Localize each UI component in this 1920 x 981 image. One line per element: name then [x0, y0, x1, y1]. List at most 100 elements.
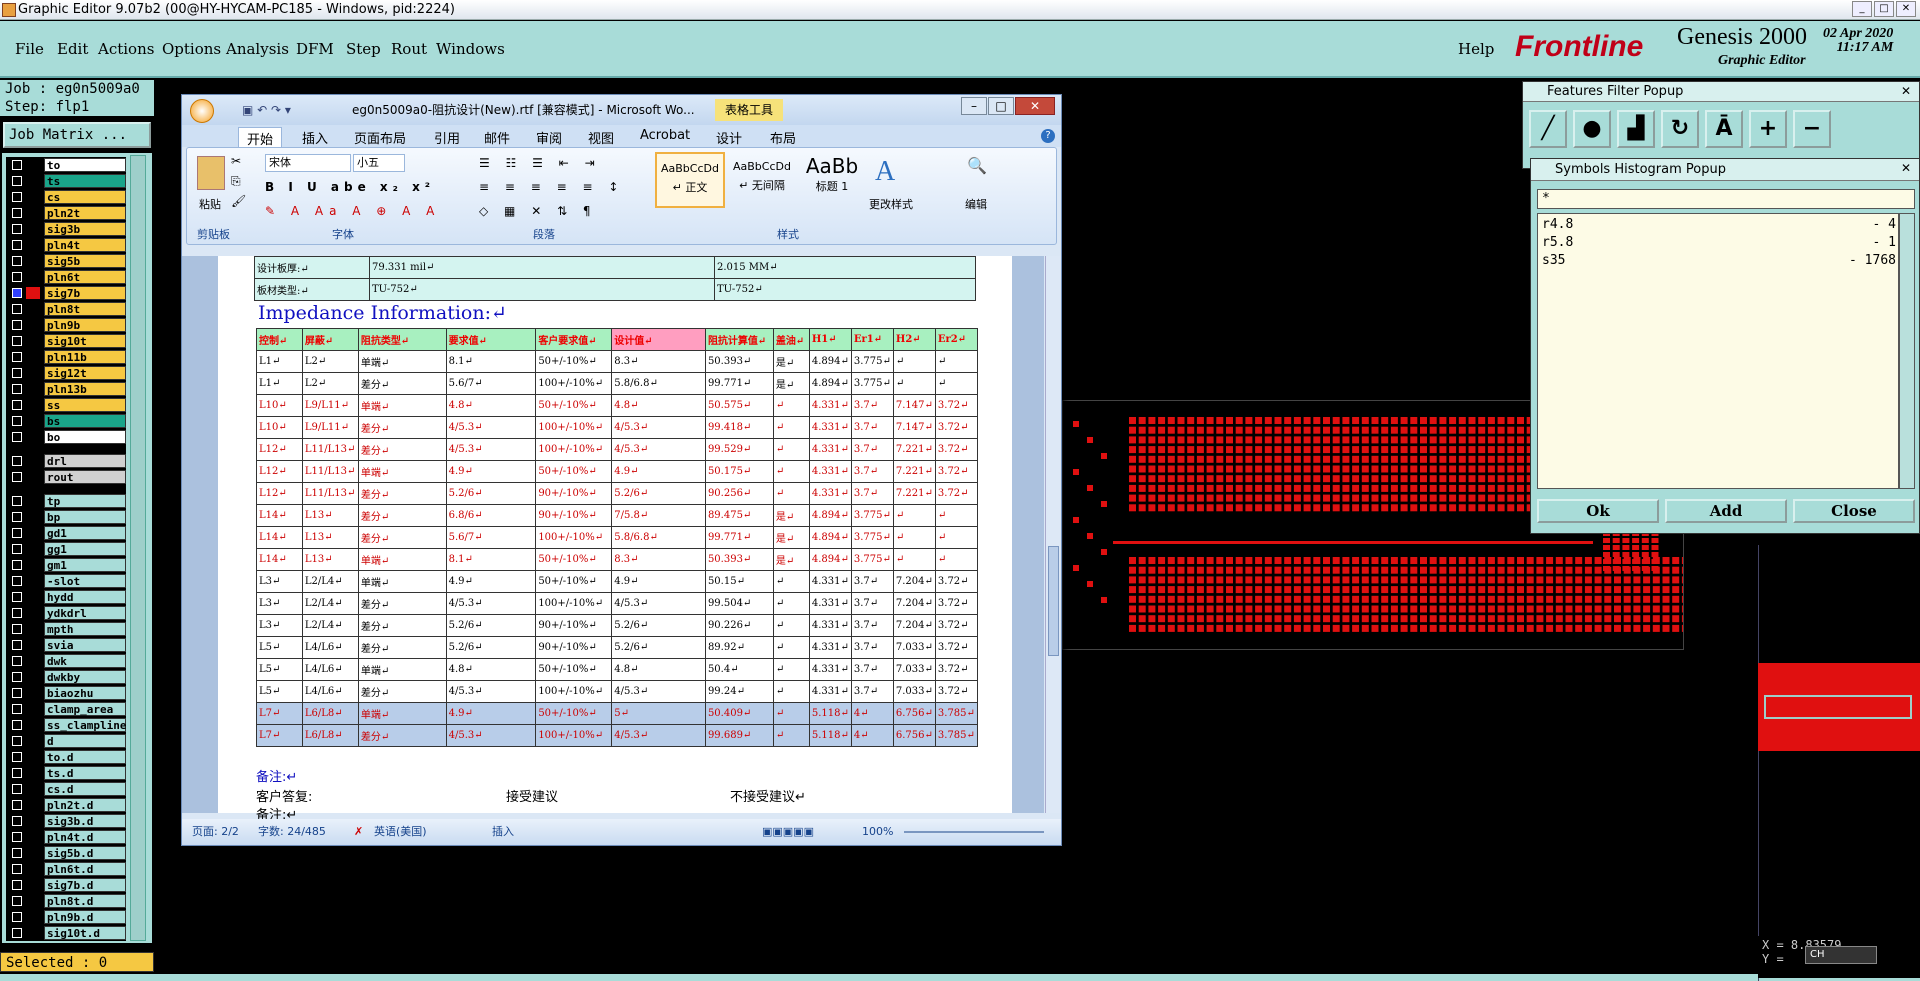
- table-row[interactable]: L1↵ L2↵ 差分↵ 5.6/7↵ 100+/-10%↵ 5.8/6.8↵ 99.771↵…: [256, 372, 979, 395]
- layer-checkbox[interactable]: [12, 368, 22, 378]
- table-cell[interactable]: 4/5.3↵: [611, 438, 706, 461]
- table-cell[interactable]: 5.2/6↵: [611, 482, 706, 505]
- table-cell[interactable]: L11/L13↵: [301, 438, 359, 461]
- table-cell[interactable]: 7.033↵: [892, 658, 936, 681]
- table-cell[interactable]: ↵: [772, 614, 810, 637]
- layer-name[interactable]: pln4t.d: [44, 830, 126, 844]
- layer-row[interactable]: gg1: [6, 541, 126, 557]
- table-cell[interactable]: L5↵: [256, 680, 303, 703]
- table-cell[interactable]: 4.894↵: [808, 372, 852, 395]
- layer-name[interactable]: sig5b.d: [44, 846, 126, 860]
- table-cell[interactable]: L3↵: [256, 614, 303, 637]
- table-cell[interactable]: ↵: [772, 460, 810, 483]
- layer-row[interactable]: svia: [6, 637, 126, 653]
- layer-row[interactable]: pln9b.d: [6, 909, 126, 925]
- layer-row[interactable]: sig5b: [6, 253, 126, 269]
- symbol-row[interactable]: s35 - 1768: [1542, 252, 1896, 270]
- layer-name[interactable]: bs: [44, 414, 126, 428]
- table-cell[interactable]: 3.7↵: [850, 482, 894, 505]
- layer-name[interactable]: mpth: [44, 622, 126, 636]
- layer-name[interactable]: ss_clampline: [44, 718, 126, 732]
- layer-row[interactable]: pln6t.d: [6, 861, 126, 877]
- table-cell[interactable]: L5↵: [256, 658, 303, 681]
- table-cell[interactable]: 99.771↵: [704, 372, 774, 395]
- table-cell[interactable]: 7.147↵: [892, 416, 936, 439]
- table-cell[interactable]: 4↵: [850, 702, 894, 725]
- layer-checkbox[interactable]: [12, 400, 22, 410]
- table-cell[interactable]: 50.409↵: [704, 702, 774, 725]
- word-scroll-thumb[interactable]: [1048, 546, 1059, 656]
- layer-checkbox[interactable]: [12, 896, 22, 906]
- tab-mailings[interactable]: 邮件: [476, 127, 518, 148]
- input-method-indicator[interactable]: CH: [1805, 946, 1877, 964]
- layer-name[interactable]: to: [44, 158, 126, 172]
- table-cell[interactable]: 5.8/6.8↵: [611, 372, 706, 395]
- table-cell[interactable]: 4.331↵: [808, 636, 852, 659]
- table-cell[interactable]: 4/5.3↵: [445, 438, 537, 461]
- table-row[interactable]: L14↵ L13↵ 单端↵ 8.1↵ 50+/-10%↵ 8.3↵ 50.393↵ 是↵ 4.8…: [256, 548, 979, 571]
- table-cell[interactable]: 90.256↵: [704, 482, 774, 505]
- table-cell[interactable]: 差分↵: [357, 526, 447, 549]
- table-cell[interactable]: ↵: [772, 592, 810, 615]
- symbol-row[interactable]: r5.8 - 1: [1542, 234, 1896, 252]
- layer-row[interactable]: pln9b: [6, 317, 126, 333]
- table-cell[interactable]: L1↵: [256, 350, 303, 373]
- menu-dfm[interactable]: DFM: [296, 40, 334, 58]
- menu-analysis[interactable]: Analysis: [226, 40, 289, 58]
- layer-row[interactable]: sig7b.d: [6, 877, 126, 893]
- layer-name[interactable]: ss: [44, 398, 126, 412]
- table-row[interactable]: L12↵ L11/L13↵ 差分↵ 5.2/6↵ 90+/-10%↵ 5.2/6↵ 90.2…: [256, 482, 979, 505]
- table-cell[interactable]: 5↵: [611, 702, 706, 725]
- table-cell[interactable]: L3↵: [256, 570, 303, 593]
- table-cell[interactable]: 4.331↵: [808, 570, 852, 593]
- table-cell[interactable]: 50.575↵: [704, 394, 774, 417]
- layer-checkbox[interactable]: [12, 880, 22, 890]
- table-cell[interactable]: 3.785↵: [934, 702, 979, 725]
- menu-options[interactable]: Options: [162, 40, 221, 58]
- table-cell[interactable]: 是↵: [772, 350, 810, 373]
- table-cell[interactable]: ↵: [934, 526, 979, 549]
- table-cell[interactable]: 99.418↵: [704, 416, 774, 439]
- table-cell[interactable]: 4.9↵: [611, 460, 706, 483]
- table-cell[interactable]: L12↵: [256, 460, 303, 483]
- table-cell[interactable]: L2/L4↵: [301, 592, 359, 615]
- layer-row[interactable]: pln13b: [6, 381, 126, 397]
- layer-row[interactable]: pln8t: [6, 301, 126, 317]
- layer-row[interactable]: d: [6, 733, 126, 749]
- table-cell[interactable]: 4.8↵: [611, 658, 706, 681]
- table-cell[interactable]: 单端↵: [357, 460, 447, 483]
- table-cell[interactable]: 3.72↵: [934, 394, 979, 417]
- table-cell[interactable]: 4.331↵: [808, 614, 852, 637]
- table-cell[interactable]: 4/5.3↵: [445, 416, 537, 439]
- table-cell[interactable]: 4.331↵: [808, 658, 852, 681]
- table-cell[interactable]: L10↵: [256, 394, 303, 417]
- style-normal[interactable]: AaBbCcDd ↵ 正文: [655, 152, 725, 208]
- table-cell[interactable]: 90+/-10%↵: [535, 504, 613, 527]
- table-cell[interactable]: ↵: [772, 570, 810, 593]
- word-close-button[interactable]: ✕: [1015, 97, 1055, 115]
- table-cell[interactable]: 差分↵: [357, 724, 447, 747]
- status-language[interactable]: 英语(美国): [374, 819, 427, 845]
- layer-row[interactable]: drl: [6, 453, 126, 469]
- menu-actions[interactable]: Actions: [98, 40, 154, 58]
- layer-row[interactable]: sig3b: [6, 221, 126, 237]
- maximize-button[interactable]: □: [1874, 1, 1894, 17]
- table-cell[interactable]: 89.92↵: [704, 636, 774, 659]
- table-cell[interactable]: 3.7↵: [850, 680, 894, 703]
- zoom-level[interactable]: 100%: [862, 819, 893, 845]
- layer-checkbox[interactable]: [12, 656, 22, 666]
- table-cell[interactable]: ↵: [772, 680, 810, 703]
- table-cell[interactable]: 6.756↵: [892, 724, 936, 747]
- table-cell[interactable]: 50.175↵: [704, 460, 774, 483]
- layer-checkbox[interactable]: [12, 336, 22, 346]
- layer-row[interactable]: sig10t.d: [6, 925, 126, 941]
- table-cell[interactable]: 50.15↵: [704, 570, 774, 593]
- minimize-button[interactable]: _: [1852, 1, 1872, 17]
- layer-name[interactable]: pln4t: [44, 238, 126, 252]
- table-row[interactable]: L5↵ L4/L6↵ 差分↵ 5.2/6↵ 90+/-10%↵ 5.2/6↵ 89.92↵ ↵…: [256, 636, 979, 659]
- status-page[interactable]: 页面: 2/2: [192, 819, 239, 845]
- layer-name[interactable]: sig10t.d: [44, 926, 126, 940]
- table-cell[interactable]: 5.118↵: [808, 702, 852, 725]
- table-cell[interactable]: ↵: [934, 504, 979, 527]
- table-cell[interactable]: 100+/-10%↵: [535, 438, 613, 461]
